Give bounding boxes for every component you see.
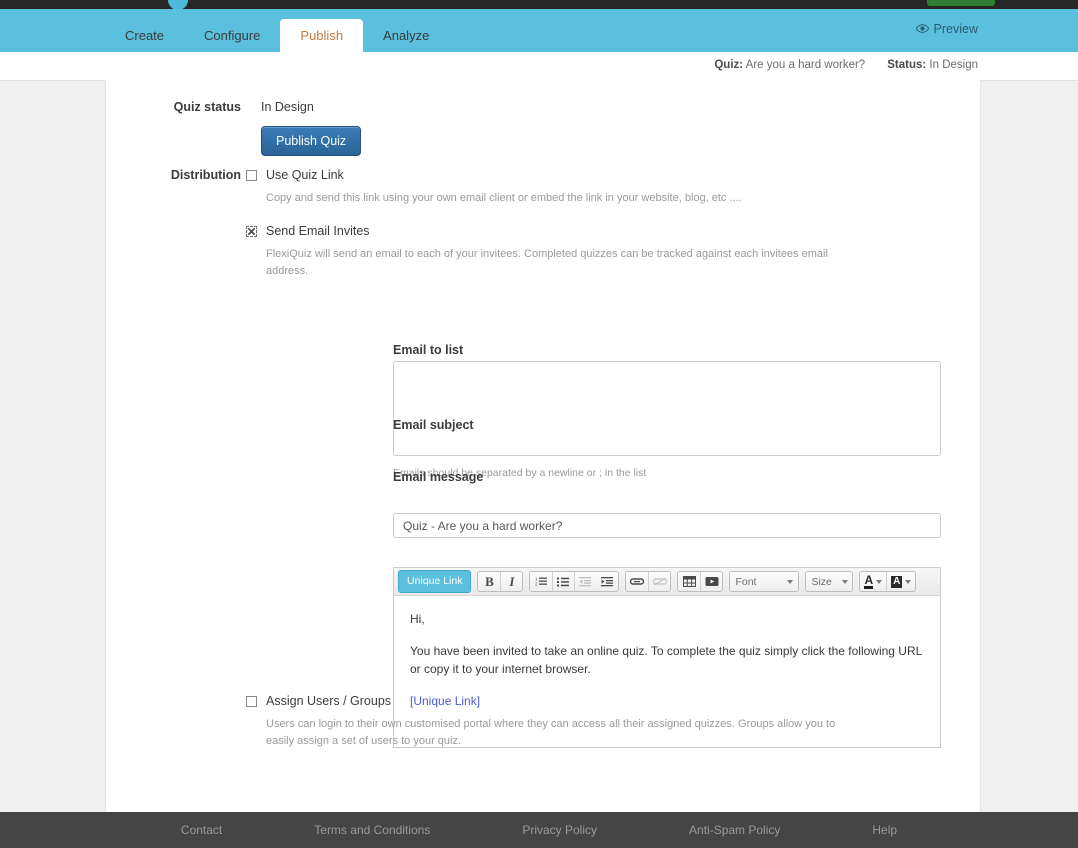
page-footer: Contact Terms and Conditions Privacy Pol… [0, 812, 1078, 848]
footer-link-list: Contact Terms and Conditions Privacy Pol… [0, 823, 1078, 837]
text-style-group: B I [477, 571, 524, 592]
font-size-dropdown[interactable]: Size [805, 571, 854, 592]
publish-panel: Quiz status In Design Publish Quiz Distr… [105, 80, 981, 812]
top-bar [0, 0, 1078, 9]
option-send-email-invites: Send Email Invites FlexiQuiz will send a… [246, 224, 846, 280]
link-group [625, 571, 672, 592]
background-color-letter: A [891, 575, 903, 588]
insert-group [677, 571, 724, 592]
text-color-icon[interactable]: A [860, 572, 886, 591]
email-message-label: Email message [393, 470, 484, 484]
option-assign-users-groups: Assign Users / Groups Users can login to… [246, 694, 846, 750]
email-to-list-label: Email to list [393, 343, 464, 357]
send-email-invites-label[interactable]: Send Email Invites [266, 224, 370, 238]
svg-text:2: 2 [535, 582, 538, 587]
quiz-name-display: Quiz: Are you a hard worker? [714, 59, 865, 71]
nav-tab-list: Create Configure Publish Analyze [105, 9, 449, 52]
assign-users-groups-label[interactable]: Assign Users / Groups [266, 694, 391, 708]
email-greeting: Hi, [410, 612, 425, 626]
font-size-value: Size [811, 575, 832, 588]
use-quiz-link-description: Copy and send this link using your own e… [266, 192, 742, 204]
editor-toolbar: Unique Link B I 1 2 Font Size A A [394, 568, 940, 596]
assign-users-groups-description: Users can login to their own customised … [266, 718, 836, 748]
circle-logo-icon[interactable] [168, 0, 188, 9]
status-badge: In Design [929, 59, 978, 71]
chevron-down-icon [876, 579, 883, 584]
footer-link-contact[interactable]: Contact [181, 823, 222, 837]
tab-publish[interactable]: Publish [280, 19, 364, 52]
color-group: A A [859, 571, 917, 592]
status-label: Status: [887, 59, 927, 71]
chevron-down-icon [787, 579, 794, 584]
use-quiz-link-label[interactable]: Use Quiz Link [266, 168, 344, 182]
text-color-letter: A [864, 572, 874, 589]
link-icon[interactable] [626, 572, 648, 591]
background-color-icon[interactable]: A [886, 572, 915, 591]
tab-create[interactable]: Create [105, 19, 184, 52]
eye-icon [915, 23, 929, 35]
chevron-down-icon [905, 579, 912, 584]
email-subject-label: Email subject [393, 418, 474, 432]
list-indent-group: 1 2 [529, 571, 620, 592]
unordered-list-icon[interactable] [552, 572, 574, 591]
outdent-icon[interactable] [574, 572, 596, 591]
main-navbar: Create Configure Publish Analyze Preview [0, 9, 1078, 52]
email-paragraph: You have been invited to take an online … [410, 644, 922, 676]
quiz-status-field-label: Quiz status [173, 100, 241, 114]
ordered-list-icon[interactable]: 1 2 [530, 572, 552, 591]
preview-button[interactable]: Preview [915, 22, 978, 36]
account-button[interactable] [927, 0, 995, 6]
preview-label: Preview [933, 22, 978, 36]
quiz-info-strip: Quiz: Are you a hard worker? Status: In … [0, 52, 1078, 81]
insert-unique-link-button[interactable]: Unique Link [398, 570, 472, 593]
font-family-dropdown[interactable]: Font [729, 571, 800, 592]
quiz-label: Quiz: [714, 59, 744, 71]
send-email-invites-checkbox[interactable] [246, 225, 257, 237]
tab-configure[interactable]: Configure [184, 19, 280, 52]
email-to-list-input[interactable] [393, 361, 941, 456]
use-quiz-link-checkbox[interactable] [246, 169, 257, 181]
email-subject-input[interactable] [393, 513, 941, 538]
quiz-name-value: Are you a hard worker? [745, 59, 866, 71]
quiz-status-row: Quiz status In Design [106, 100, 980, 114]
quiz-status-field-value: In Design [261, 100, 314, 114]
publish-quiz-button[interactable]: Publish Quiz [261, 126, 362, 156]
option-use-quiz-link: Use Quiz Link Copy and send this link us… [246, 168, 742, 207]
bold-icon[interactable]: B [478, 572, 500, 591]
distribution-field-label: Distribution [170, 168, 241, 182]
send-email-invites-description: FlexiQuiz will send an email to each of … [266, 248, 828, 278]
indent-icon[interactable] [596, 572, 618, 591]
unlink-icon[interactable] [648, 572, 670, 591]
assign-users-groups-checkbox[interactable] [246, 695, 257, 707]
table-icon[interactable] [678, 572, 700, 591]
youtube-icon[interactable] [700, 572, 722, 591]
chevron-down-icon [841, 579, 848, 584]
footer-link-privacy[interactable]: Privacy Policy [522, 823, 597, 837]
footer-link-antispam[interactable]: Anti-Spam Policy [689, 823, 780, 837]
tab-analyze[interactable]: Analyze [363, 19, 449, 52]
footer-link-help[interactable]: Help [872, 823, 897, 837]
quiz-status-display: Status: In Design [887, 59, 978, 71]
italic-icon[interactable]: I [500, 572, 522, 591]
font-family-value: Font [735, 575, 757, 588]
footer-link-terms[interactable]: Terms and Conditions [314, 823, 430, 837]
